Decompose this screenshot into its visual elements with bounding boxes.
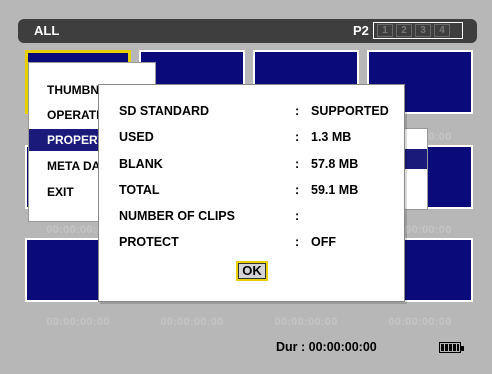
property-row: PROTECT : OFF: [119, 235, 336, 249]
property-key: SD STANDARD: [119, 104, 210, 118]
property-value: 1.3 MB: [311, 130, 352, 144]
property-row: TOTAL : 59.1 MB: [119, 183, 359, 197]
property-key: BLANK: [119, 157, 163, 171]
submenu-active-item[interactable]: [405, 149, 427, 169]
property-row: BLANK : 57.8 MB: [119, 157, 359, 171]
card-property-dialog: SD STANDARD : SUPPORTED USED : 1.3 MB BL…: [98, 84, 405, 302]
property-submenu: [404, 128, 428, 210]
card-slot-indicators: 1 2 3 4: [373, 22, 463, 39]
status-bar: Dur : 00:00:00:00: [0, 329, 492, 374]
property-key: USED: [119, 130, 154, 144]
card-slot-1: 1: [377, 24, 393, 37]
clip-timecode: 00:00:00:00: [274, 316, 338, 328]
clip-timecode: 00:00:00:00: [160, 316, 224, 328]
property-value: 57.8 MB: [311, 157, 359, 171]
property-value: OFF: [311, 235, 336, 249]
card-type-label: P2: [353, 23, 369, 38]
property-row: NUMBER OF CLIPS :: [119, 209, 300, 223]
clip-timecode: 00:00:00:00: [388, 316, 452, 328]
property-key: TOTAL: [119, 183, 160, 197]
card-slot-2: 2: [396, 24, 412, 37]
property-row: SD STANDARD : SUPPORTED: [119, 104, 389, 118]
property-key: PROTECT: [119, 235, 179, 249]
ok-button[interactable]: OK: [236, 261, 268, 281]
clip-timecode: 00:00:00:00: [46, 316, 110, 328]
card-slot-4: 4: [434, 24, 450, 37]
top-bar: ALL P2 1 2 3 4: [18, 19, 477, 43]
card-slot-3: 3: [415, 24, 431, 37]
property-row: USED : 1.3 MB: [119, 130, 352, 144]
duration-readout: Dur : 00:00:00:00: [276, 340, 377, 354]
property-value: 59.1 MB: [311, 183, 359, 197]
property-value: SUPPORTED: [311, 104, 389, 118]
battery-icon: [439, 342, 464, 353]
property-key: NUMBER OF CLIPS: [119, 209, 235, 223]
slot-filter-label: ALL: [34, 23, 60, 38]
